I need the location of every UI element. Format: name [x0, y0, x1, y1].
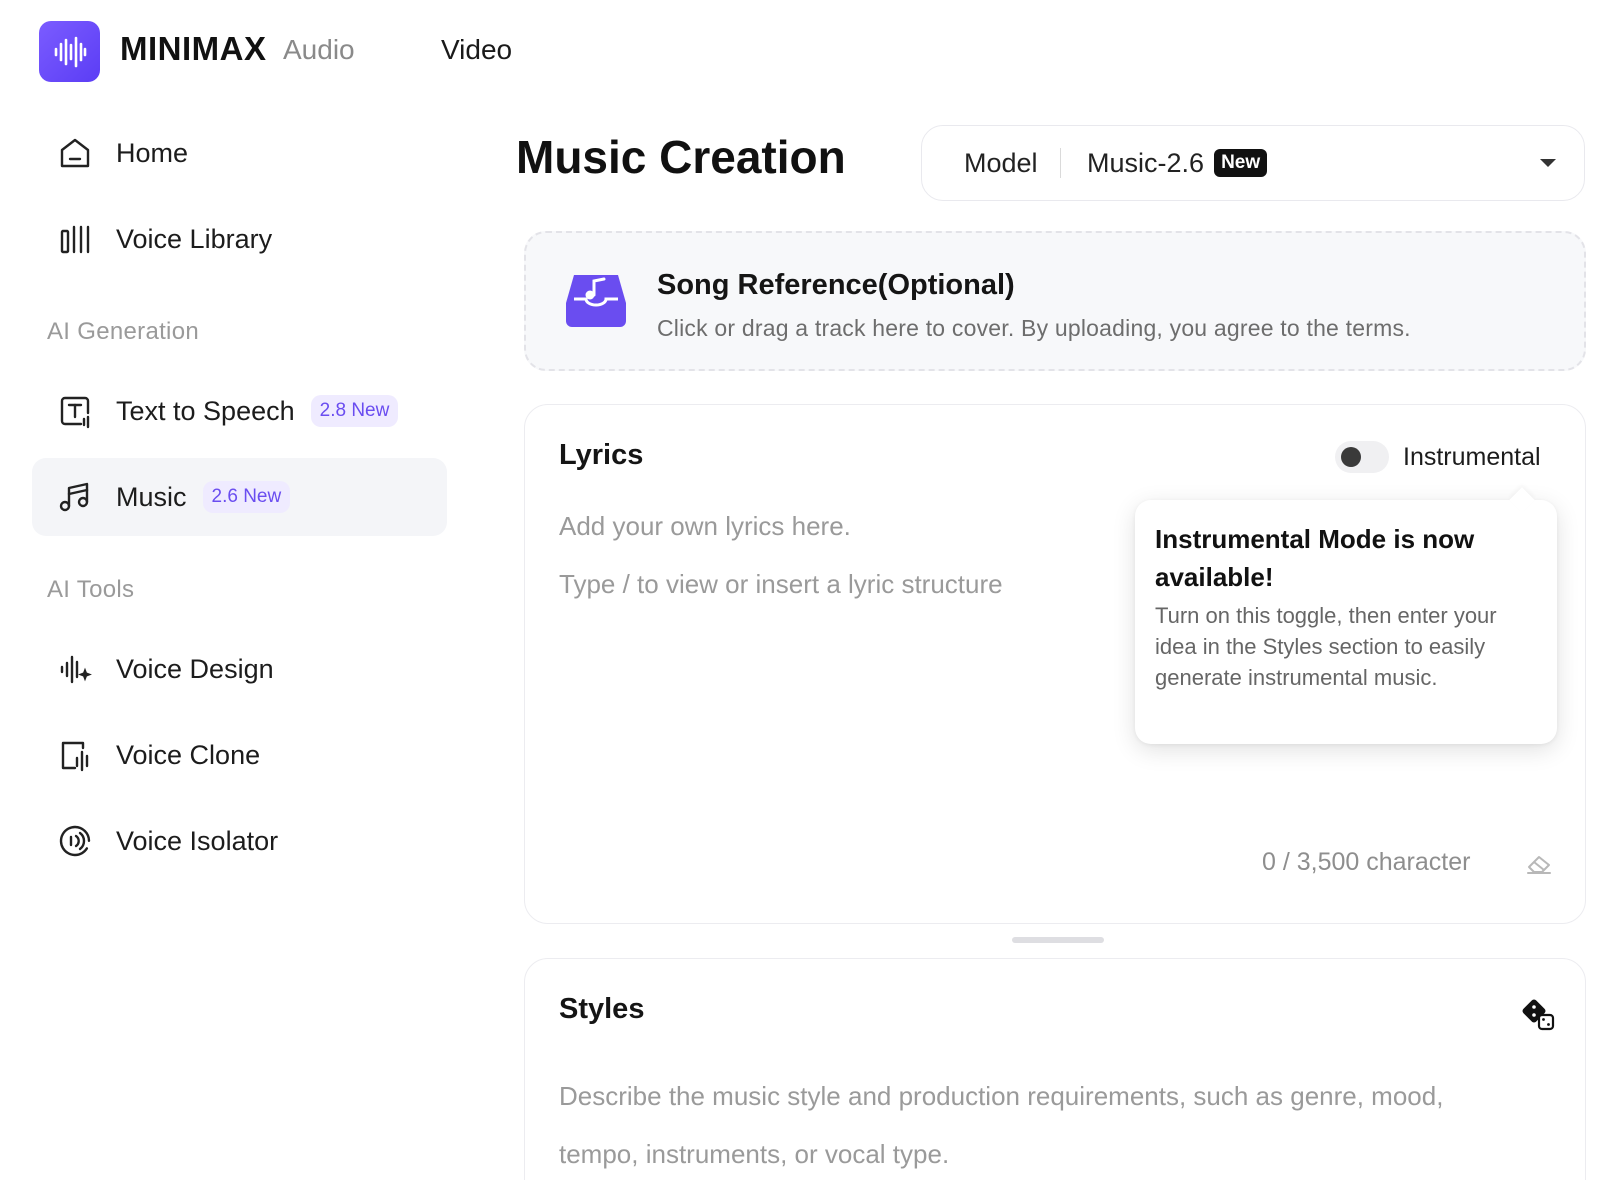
brand-name: MINIMAX	[120, 30, 267, 67]
lyrics-input[interactable]: Add your own lyrics here.	[559, 511, 851, 542]
sidebar-item-music[interactable]: Music 2.6 New	[32, 458, 447, 536]
song-reference-subtitle: Click or drag a track here to cover. By …	[657, 315, 1411, 341]
song-reference-title: Song Reference(Optional)	[657, 269, 1015, 301]
page-title: Music Creation	[516, 131, 846, 183]
instrumental-toggle[interactable]	[1335, 441, 1389, 473]
model-label: Model	[964, 147, 1038, 178]
waveform-logo-icon	[54, 36, 86, 67]
lyrics-hint: Type / to view or insert a lyric structu…	[559, 569, 1003, 599]
tooltip-body: Turn on this toggle, then enter your ide…	[1155, 603, 1497, 690]
dice-icon[interactable]	[1522, 999, 1556, 1038]
song-reference-dropzone[interactable]: Song Reference(Optional) Click or drag a…	[524, 231, 1586, 371]
nav-video[interactable]: Video	[441, 34, 512, 66]
nav-audio[interactable]: Audio	[283, 34, 355, 66]
styles-input[interactable]: Describe the music style and production …	[559, 1067, 1479, 1180]
sidebar-item-text-to-speech[interactable]: Text to Speech 2.8 New	[32, 372, 447, 450]
library-icon	[56, 220, 94, 258]
sidebar-item-label: Voice Design	[116, 653, 274, 684]
version-badge: 2.8 New	[310, 395, 399, 427]
sidebar-item-voice-isolator[interactable]: Voice Isolator	[32, 802, 447, 880]
instrumental-label: Instrumental	[1403, 442, 1541, 471]
sidebar-item-voice-library[interactable]: Voice Library	[32, 200, 447, 278]
sidebar-item-label: Text to Speech	[116, 395, 295, 426]
sidebar-item-label: Voice Library	[116, 223, 273, 254]
voice-isolator-icon	[56, 822, 94, 860]
lyrics-title: Lyrics	[559, 439, 644, 471]
logo[interactable]	[39, 21, 100, 82]
eraser-icon[interactable]	[1525, 851, 1553, 880]
sidebar-item-voice-design[interactable]: Voice Design	[32, 630, 447, 708]
sidebar-item-label: Home	[116, 137, 189, 168]
sidebar: Home Voice Library AI Generation Text to…	[0, 110, 460, 1180]
sidebar-item-voice-clone[interactable]: Voice Clone	[32, 716, 447, 794]
model-value: Music-2.6	[1087, 147, 1205, 178]
section-ai-generation: AI Generation	[47, 318, 199, 345]
tooltip-title: Instrumental Mode is now available!	[1155, 524, 1475, 592]
voice-design-icon	[56, 650, 94, 688]
toggle-knob	[1341, 447, 1361, 467]
chevron-down-icon	[1538, 156, 1558, 174]
version-badge: 2.6 New	[202, 481, 291, 513]
text-to-speech-icon	[56, 392, 94, 430]
character-counter: 0 / 3,500 character	[1262, 848, 1471, 876]
section-ai-tools: AI Tools	[47, 576, 135, 603]
new-badge: New	[1214, 149, 1268, 177]
resize-handle[interactable]	[1012, 937, 1104, 943]
sidebar-item-label: Voice Isolator	[116, 825, 279, 856]
styles-card: Styles Describe the music style and prod…	[524, 958, 1586, 1180]
model-dropdown[interactable]: Model Music-2.6 New	[921, 125, 1585, 201]
sidebar-item-label: Voice Clone	[116, 739, 261, 770]
instrumental-toggle-group: Instrumental	[1335, 441, 1541, 473]
instrumental-tooltip: Instrumental Mode is now available! Turn…	[1135, 500, 1557, 744]
home-icon	[56, 134, 94, 172]
top-bar: MINIMAX Audio Video	[0, 0, 1600, 100]
styles-title: Styles	[559, 993, 645, 1025]
sidebar-item-home[interactable]: Home	[32, 114, 447, 192]
upload-music-icon	[564, 269, 628, 334]
music-note-icon	[56, 478, 94, 516]
divider	[1059, 148, 1062, 178]
sidebar-item-label: Music	[116, 481, 187, 512]
voice-clone-icon	[56, 736, 94, 774]
